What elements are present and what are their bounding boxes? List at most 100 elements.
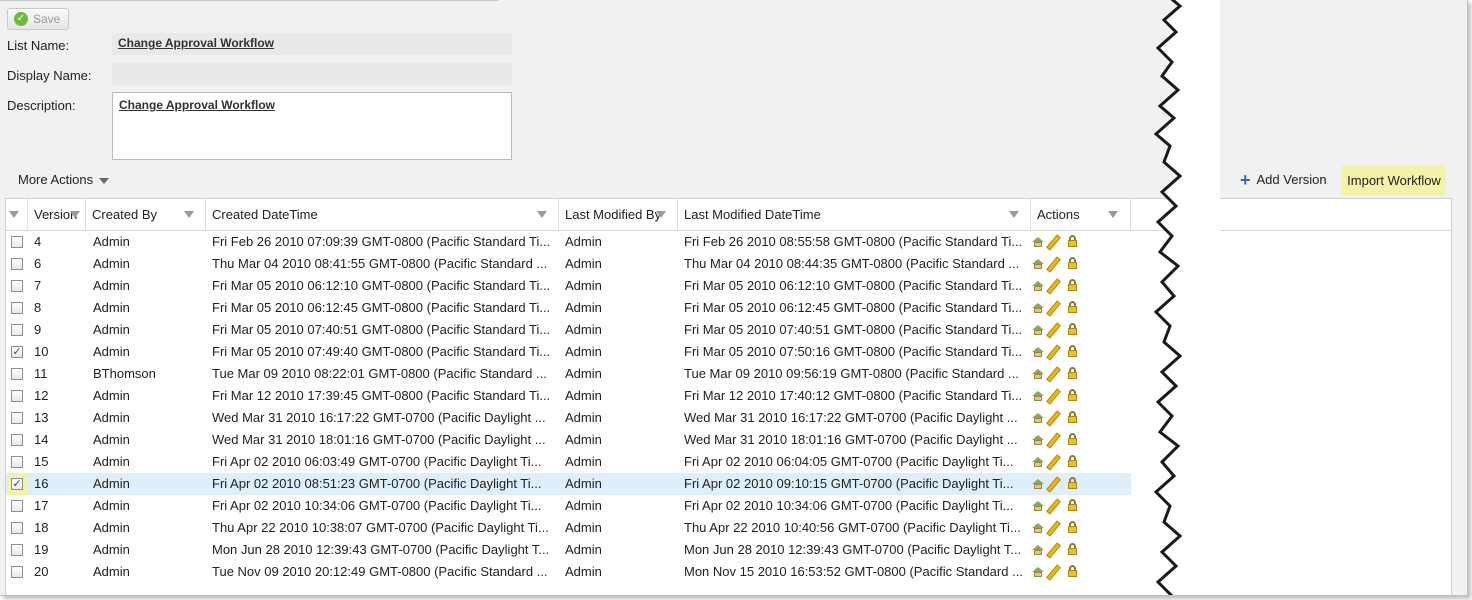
pencil-icon[interactable] [1046, 520, 1061, 537]
pencil-icon[interactable] [1046, 498, 1061, 515]
home-icon[interactable] [1032, 237, 1044, 247]
row-checkbox[interactable] [11, 390, 23, 402]
column-header-version[interactable]: Version [28, 199, 86, 231]
import-workflow-button[interactable]: Import Workflow [1342, 165, 1446, 195]
home-icon[interactable] [1032, 369, 1044, 379]
row-checkbox[interactable] [11, 412, 23, 424]
table-row[interactable]: 7 Admin Fri Mar 05 2010 06:12:10 GMT-0800 … [6, 275, 1131, 297]
home-icon[interactable] [1032, 303, 1044, 313]
pencil-icon[interactable] [1046, 432, 1061, 449]
lock-icon[interactable] [1068, 543, 1077, 555]
lock-icon[interactable] [1068, 455, 1077, 467]
table-row[interactable]: 8 Admin Fri Mar 05 2010 06:12:45 GMT-0800 … [6, 297, 1131, 319]
table-row[interactable]: 6 Admin Thu Mar 04 2010 08:41:55 GMT-0800 … [6, 253, 1131, 275]
lock-icon[interactable] [1068, 235, 1077, 247]
lock-icon[interactable] [1068, 257, 1077, 269]
pencil-icon[interactable] [1046, 300, 1061, 317]
table-row[interactable]: 13 Admin Wed Mar 31 2010 16:17:22 GMT-0700… [6, 407, 1131, 429]
version-cell: 7 [34, 278, 42, 293]
list-name-field[interactable]: Change Approval Workflow [112, 33, 512, 55]
lock-icon[interactable] [1068, 521, 1077, 533]
table-row[interactable]: 15 Admin Fri Apr 02 2010 06:03:49 GMT-0700… [6, 451, 1131, 473]
select-all-header[interactable] [6, 199, 28, 231]
save-button[interactable]: ✓ Save [7, 8, 69, 30]
column-header-actions[interactable]: Actions [1031, 199, 1131, 231]
lock-icon[interactable] [1068, 499, 1077, 511]
lock-icon[interactable] [1068, 323, 1077, 335]
home-icon[interactable] [1032, 457, 1044, 467]
home-icon[interactable] [1032, 435, 1044, 445]
row-checkbox[interactable] [11, 280, 23, 292]
row-checkbox[interactable] [11, 302, 23, 314]
row-checkbox[interactable] [11, 522, 23, 534]
row-checkbox[interactable] [11, 434, 23, 446]
row-checkbox[interactable] [11, 500, 23, 512]
version-cell: 14 [34, 432, 49, 447]
pencil-icon[interactable] [1046, 388, 1061, 405]
row-checkbox[interactable] [11, 324, 23, 336]
home-icon[interactable] [1032, 523, 1044, 533]
column-header-last-modified-datetime[interactable]: Last Modified DateTime [678, 199, 1031, 231]
home-icon[interactable] [1032, 325, 1044, 335]
created-by-cell: Admin [93, 388, 130, 403]
column-header-created-by[interactable]: Created By [86, 199, 206, 231]
column-header-created-datetime[interactable]: Created DateTime [206, 199, 559, 231]
row-checkbox[interactable] [11, 236, 23, 248]
table-row[interactable]: ✓ 10 Admin Fri Mar 05 2010 07:49:40 GMT-080… [6, 341, 1131, 363]
lock-icon[interactable] [1068, 389, 1077, 401]
pencil-icon[interactable] [1046, 542, 1061, 559]
row-checkbox[interactable] [11, 544, 23, 556]
home-icon[interactable] [1032, 413, 1044, 423]
pencil-icon[interactable] [1046, 278, 1061, 295]
lock-icon[interactable] [1068, 301, 1077, 313]
table-row[interactable]: 11 BThomson Tue Mar 09 2010 08:22:01 GMT-0… [6, 363, 1131, 385]
lock-icon[interactable] [1068, 279, 1077, 291]
pencil-icon[interactable] [1046, 322, 1061, 339]
top-border [0, 0, 498, 1]
home-icon[interactable] [1032, 347, 1044, 357]
table-row[interactable]: 19 Admin Mon Jun 28 2010 12:39:43 GMT-0700… [6, 539, 1131, 561]
home-icon[interactable] [1032, 479, 1044, 489]
pencil-icon[interactable] [1046, 476, 1061, 493]
row-checkbox[interactable]: ✓ [11, 478, 23, 490]
home-icon[interactable] [1032, 391, 1044, 401]
more-actions-menu[interactable]: More Actions [18, 172, 110, 187]
pencil-icon[interactable] [1046, 234, 1061, 251]
table-row[interactable]: 18 Admin Thu Apr 22 2010 10:38:07 GMT-0700… [6, 517, 1131, 539]
pencil-icon[interactable] [1046, 366, 1061, 383]
table-row[interactable]: 17 Admin Fri Apr 02 2010 10:34:06 GMT-0700… [6, 495, 1131, 517]
display-name-field[interactable] [112, 63, 512, 85]
lock-icon[interactable] [1068, 433, 1077, 445]
row-checkbox[interactable] [11, 566, 23, 578]
column-header-last-modified-by[interactable]: Last Modified By [559, 199, 678, 231]
lock-icon[interactable] [1068, 367, 1077, 379]
table-row[interactable]: ✓ 16 Admin Fri Apr 02 2010 08:51:23 GMT-070… [6, 473, 1131, 495]
lock-icon[interactable] [1068, 411, 1077, 423]
table-row[interactable]: 9 Admin Fri Mar 05 2010 07:40:51 GMT-0800 … [6, 319, 1131, 341]
row-checkbox[interactable] [11, 456, 23, 468]
table-row[interactable]: 12 Admin Fri Mar 12 2010 17:39:45 GMT-0800… [6, 385, 1131, 407]
table-row[interactable]: 4 Admin Fri Feb 26 2010 07:09:39 GMT-0800 … [6, 231, 1131, 253]
home-icon[interactable] [1032, 545, 1044, 555]
description-field[interactable]: Change Approval Workflow [112, 92, 512, 160]
row-checkbox[interactable] [11, 258, 23, 270]
home-icon[interactable] [1032, 501, 1044, 511]
row-checkbox[interactable] [11, 368, 23, 380]
pencil-icon[interactable] [1046, 410, 1061, 427]
table-row[interactable]: 14 Admin Wed Mar 31 2010 18:01:16 GMT-0700… [6, 429, 1131, 451]
lock-icon[interactable] [1068, 565, 1077, 577]
lock-icon[interactable] [1068, 477, 1077, 489]
last-modified-datetime-cell: Thu Mar 04 2010 08:44:35 GMT-0800 (Pacif… [684, 256, 1020, 271]
home-icon[interactable] [1032, 259, 1044, 269]
add-version-button[interactable]: + Add Version [1240, 171, 1327, 189]
pencil-icon[interactable] [1046, 256, 1061, 273]
home-icon[interactable] [1032, 567, 1044, 577]
row-checkbox[interactable]: ✓ [11, 346, 23, 358]
lock-icon[interactable] [1068, 345, 1077, 357]
pencil-icon[interactable] [1046, 454, 1061, 471]
list-name-label: List Name: [7, 38, 70, 53]
home-icon[interactable] [1032, 281, 1044, 291]
pencil-icon[interactable] [1046, 344, 1061, 361]
table-row[interactable]: 20 Admin Tue Nov 09 2010 20:12:49 GMT-0800… [6, 561, 1131, 583]
pencil-icon[interactable] [1046, 564, 1061, 581]
